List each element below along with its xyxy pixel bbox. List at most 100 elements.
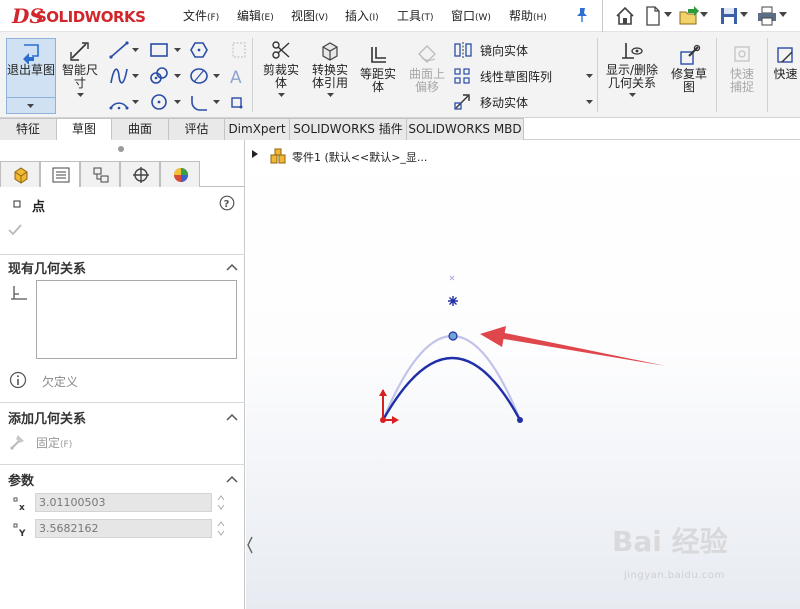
- mirror-entities-icon[interactable]: [452, 40, 474, 60]
- chevron-down-icon[interactable]: [277, 93, 285, 98]
- linear-pattern-icon[interactable]: [452, 66, 474, 86]
- parabola-curve[interactable]: [381, 356, 522, 421]
- offset-entities-button[interactable]: 等距实体: [357, 44, 399, 94]
- tab-sketch[interactable]: 草图: [57, 118, 112, 140]
- exit-sketch-button[interactable]: 退出草图: [6, 38, 56, 114]
- panel-collapse-handle[interactable]: [246, 533, 254, 557]
- solidworks-logo[interactable]: DS SOLIDWORKS: [12, 4, 157, 30]
- annotation-arrow: [480, 326, 666, 366]
- y-coordinate-input[interactable]: 3.5682162: [35, 519, 212, 538]
- polygon-icon[interactable]: [188, 40, 210, 60]
- circle-icon[interactable]: [148, 92, 170, 112]
- x-spin-buttons[interactable]: [216, 493, 226, 512]
- offset-on-surface-button[interactable]: 曲面上偏移: [405, 44, 449, 94]
- linear-pattern-label[interactable]: 线性草图阵列: [480, 68, 552, 85]
- tab-configuration-manager[interactable]: [80, 161, 120, 187]
- menu-view[interactable]: 视图(V): [291, 7, 328, 24]
- x-coordinate-input[interactable]: 3.01100503: [35, 493, 212, 512]
- chevron-down-icon[interactable]: [174, 100, 181, 105]
- trim-entities-button[interactable]: 剪裁实体: [258, 40, 304, 100]
- collapse-up-icon[interactable]: [226, 475, 238, 483]
- chevron-down-icon[interactable]: [700, 12, 708, 18]
- menu-edit[interactable]: 编辑(E): [237, 7, 274, 24]
- tab-dimxpert[interactable]: DimXpert: [225, 118, 290, 140]
- save-icon[interactable]: [718, 5, 740, 27]
- ellipse-icon[interactable]: [188, 66, 210, 86]
- exit-sketch-dropdown[interactable]: [7, 97, 55, 113]
- centerpoint-arc-icon[interactable]: [108, 92, 130, 112]
- tab-solidworks-addins[interactable]: SOLIDWORKS 插件: [290, 118, 407, 140]
- move-entities-label[interactable]: 移动实体: [480, 94, 528, 111]
- parabola-end-point[interactable]: [517, 417, 523, 423]
- offset-on-surface-icon: [418, 45, 436, 63]
- plane-icon[interactable]: [226, 92, 248, 112]
- convert-entities-button[interactable]: 转换实体引用: [307, 40, 353, 100]
- tab-evaluate[interactable]: 评估: [169, 118, 225, 140]
- slot-icon[interactable]: [148, 66, 170, 86]
- tab-solidworks-mbd[interactable]: SOLIDWORKS MBD: [407, 118, 524, 140]
- fix-relation-button[interactable]: 固定(F): [8, 433, 128, 451]
- selected-vertex-point[interactable]: [448, 331, 458, 341]
- new-document-icon[interactable]: [642, 5, 664, 27]
- print-icon[interactable]: [756, 5, 778, 27]
- ok-checkmark-icon[interactable]: [8, 224, 22, 236]
- chevron-down-icon[interactable]: [213, 74, 220, 79]
- sketch-picture-icon[interactable]: [228, 40, 250, 60]
- chevron-down-icon[interactable]: [132, 100, 139, 105]
- tab-feature-manager[interactable]: [0, 161, 40, 187]
- tab-features[interactable]: 特征: [0, 118, 57, 140]
- chevron-down-icon[interactable]: [664, 12, 672, 18]
- menu-help[interactable]: 帮助(H): [509, 7, 547, 24]
- chevron-down-icon[interactable]: [132, 48, 139, 53]
- tab-dimxpert-manager[interactable]: [120, 161, 160, 187]
- tab-property-manager[interactable]: [40, 161, 80, 187]
- rapid-sketch-button[interactable]: 快速: [771, 44, 800, 81]
- chevron-down-icon[interactable]: [586, 100, 593, 105]
- menu-tools[interactable]: 工具(T): [397, 7, 434, 24]
- home-icon[interactable]: [614, 5, 636, 27]
- chevron-down-icon[interactable]: [132, 74, 139, 79]
- open-folder-icon[interactable]: [678, 5, 700, 27]
- move-entities-icon[interactable]: [452, 92, 474, 112]
- menu-window[interactable]: 窗口(W): [451, 7, 491, 24]
- offset-label: 等距实体: [359, 67, 396, 94]
- parabola-focus-point[interactable]: [448, 296, 458, 306]
- smart-dimension-button[interactable]: 智能尺寸: [58, 40, 102, 100]
- mirror-entities-label[interactable]: 镜向实体: [480, 42, 528, 59]
- menu-insert[interactable]: 插入(I): [345, 7, 379, 24]
- display-delete-relations-button[interactable]: 显示/删除几何关系: [602, 40, 662, 100]
- rectangle-icon[interactable]: [148, 40, 170, 60]
- line-icon[interactable]: [108, 40, 130, 60]
- pin-icon[interactable]: [575, 7, 589, 23]
- panel-grip-handle[interactable]: [118, 146, 124, 152]
- expand-arrow-icon[interactable]: [252, 150, 258, 158]
- info-icon: [9, 371, 27, 389]
- chevron-down-icon[interactable]: [76, 93, 84, 98]
- menu-file[interactable]: 文件(F): [183, 7, 219, 24]
- watermark-logo: Bai 经验: [612, 525, 728, 558]
- tab-surfaces[interactable]: 曲面: [112, 118, 169, 140]
- spline-icon[interactable]: [108, 66, 130, 86]
- chevron-down-icon[interactable]: [586, 74, 593, 79]
- chevron-down-icon[interactable]: [174, 48, 181, 53]
- text-icon[interactable]: A: [226, 66, 248, 86]
- chevron-down-icon: [27, 104, 34, 108]
- svg-text:?: ?: [224, 199, 230, 210]
- sketch-fillet-icon[interactable]: [188, 92, 210, 112]
- quick-snaps-button[interactable]: 快速捕捉: [720, 44, 764, 94]
- existing-relations-list[interactable]: [36, 280, 237, 359]
- fix-relation-label: 固定(F): [36, 436, 73, 450]
- convert-entities-icon: [322, 42, 338, 61]
- y-spin-buttons[interactable]: [216, 519, 226, 538]
- repair-sketch-button[interactable]: 修复草图: [666, 44, 712, 94]
- chevron-down-icon[interactable]: [213, 100, 220, 105]
- collapse-up-icon[interactable]: [226, 263, 238, 271]
- collapse-up-icon[interactable]: [226, 413, 238, 421]
- tab-display-manager[interactable]: [160, 161, 200, 187]
- chevron-down-icon[interactable]: [326, 93, 334, 98]
- chevron-down-icon[interactable]: [740, 12, 748, 18]
- help-icon[interactable]: ?: [219, 195, 235, 211]
- chevron-down-icon[interactable]: [174, 74, 181, 79]
- chevron-down-icon[interactable]: [628, 93, 636, 98]
- chevron-down-icon[interactable]: [779, 12, 787, 18]
